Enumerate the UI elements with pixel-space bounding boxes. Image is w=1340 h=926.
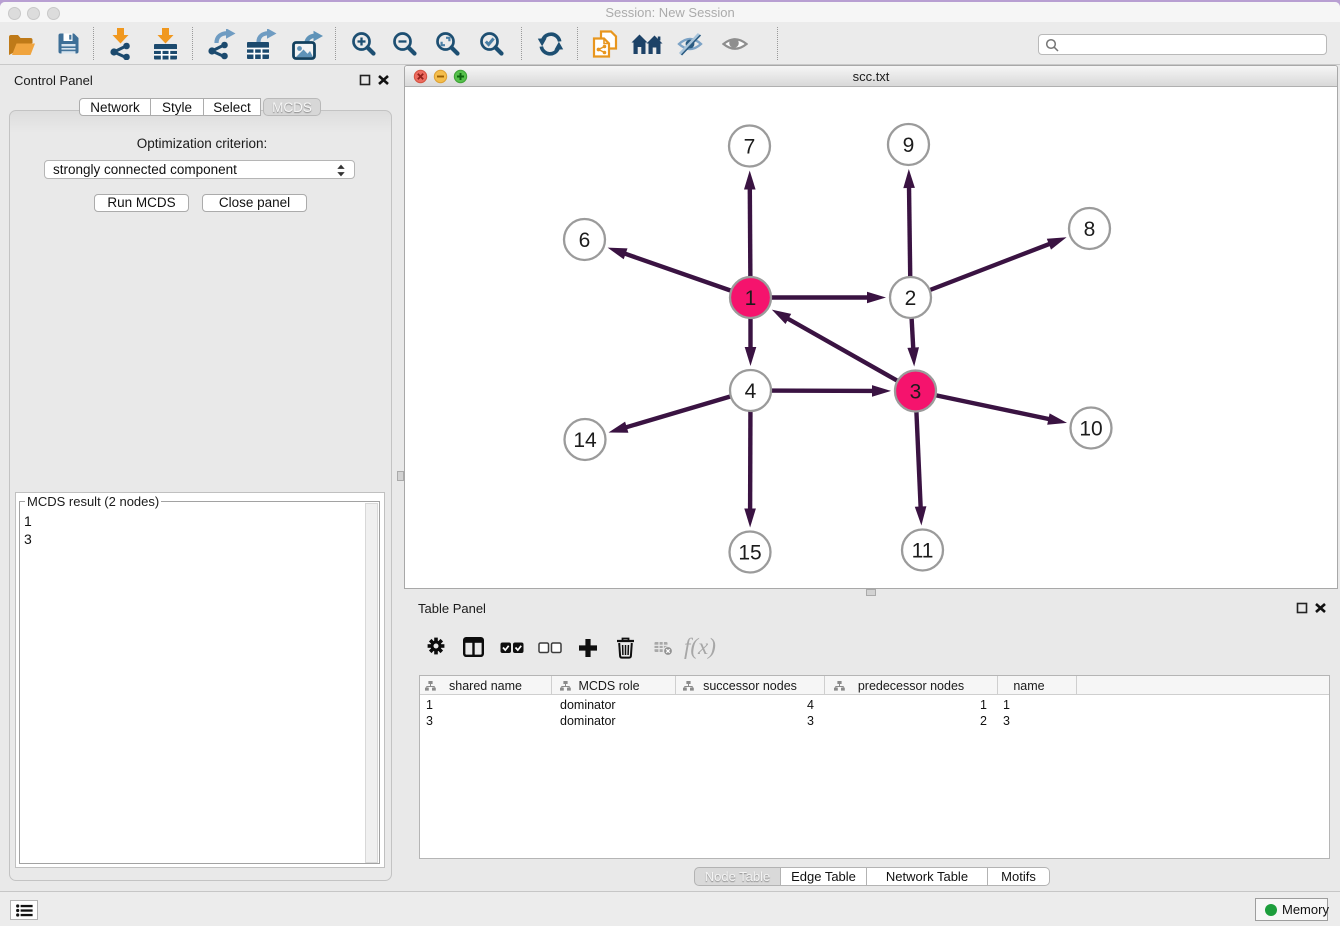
svg-text:15: 15 bbox=[738, 541, 761, 564]
svg-text:8: 8 bbox=[1084, 218, 1096, 241]
svg-text:14: 14 bbox=[573, 429, 597, 452]
svg-text:3: 3 bbox=[910, 380, 922, 403]
svg-text:6: 6 bbox=[579, 229, 591, 252]
svg-text:2: 2 bbox=[905, 287, 917, 310]
svg-text:4: 4 bbox=[745, 380, 757, 403]
svg-text:11: 11 bbox=[912, 539, 934, 562]
svg-text:1: 1 bbox=[745, 287, 757, 310]
svg-text:7: 7 bbox=[744, 135, 756, 158]
svg-text:9: 9 bbox=[903, 134, 915, 157]
svg-text:10: 10 bbox=[1079, 417, 1102, 440]
